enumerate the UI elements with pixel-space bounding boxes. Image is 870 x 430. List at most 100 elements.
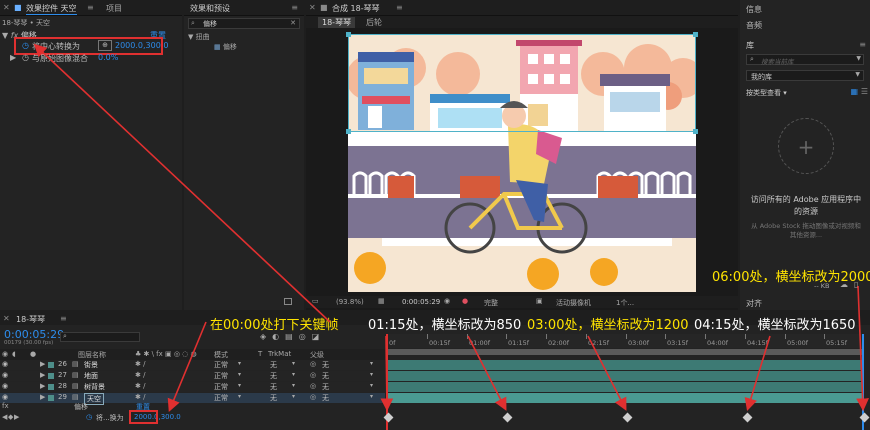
label-color-swatch[interactable] — [48, 395, 54, 401]
draft-3d-icon[interactable]: ◈ — [260, 332, 272, 341]
layer-mode-select[interactable]: 正常 — [214, 382, 228, 392]
layer-track[interactable] — [387, 382, 864, 392]
color-wheel-icon[interactable]: ● — [462, 297, 468, 305]
visibility-icon[interactable]: ◉ — [2, 382, 8, 390]
column-parent[interactable]: 父级 — [310, 350, 324, 360]
library-header[interactable]: 库 — [746, 40, 754, 51]
stopwatch-icon[interactable]: ◷ — [22, 53, 29, 62]
timeline-tab[interactable]: 18-琴琴 — [16, 314, 45, 325]
layer-track[interactable] — [387, 393, 864, 403]
visibility-icon[interactable]: ◉ — [2, 393, 8, 401]
effects-title[interactable]: 效果和预设 — [190, 3, 230, 14]
layer-switch-icon[interactable]: ✱ / — [135, 360, 145, 368]
pickwhip-icon[interactable]: ◎ — [310, 371, 316, 379]
expand-icon[interactable]: ▶ — [40, 371, 45, 379]
camera-dropdown[interactable]: 活动摄像机 — [556, 298, 591, 308]
grid-view-icon[interactable]: ▦ — [850, 87, 858, 96]
layer-switch-icon[interactable]: ✱ / — [135, 393, 145, 401]
graph-editor-icon[interactable]: ◪ — [312, 332, 326, 341]
pickwhip-icon[interactable]: ◎ — [310, 382, 316, 390]
tab-effect-controls[interactable]: 效果控件 天空 — [26, 3, 77, 15]
clear-search-icon[interactable]: ✕ — [290, 19, 296, 27]
expand-icon[interactable]: ▶ — [40, 360, 45, 368]
expand-icon[interactable]: ▶ — [40, 382, 45, 390]
timeline-search-input[interactable]: ⌕ — [60, 332, 140, 342]
info-header[interactable]: 信息 — [746, 4, 762, 15]
tab-project[interactable]: 项目 — [106, 3, 122, 14]
close-icon[interactable]: ✕ — [3, 314, 10, 323]
layer-name[interactable]: 街景 — [84, 360, 98, 370]
timecode-display[interactable]: 0:00:05:29 — [402, 298, 440, 306]
align-header[interactable]: 对齐 — [746, 298, 762, 309]
resolution-dropdown[interactable]: 完整 — [484, 298, 498, 308]
visibility-icon[interactable]: ◉ — [2, 371, 8, 379]
chevron-down-icon[interactable]: ▼ — [2, 31, 8, 40]
label-color-swatch[interactable] — [48, 362, 54, 368]
layer-trkmat-select[interactable]: 无 — [270, 382, 277, 392]
bbox-handle[interactable] — [346, 32, 351, 37]
shy-icon[interactable]: ◐ — [272, 332, 285, 341]
label-color-swatch[interactable] — [48, 384, 54, 390]
bbox-handle[interactable] — [346, 129, 351, 134]
property-value[interactable]: 0.0% — [98, 53, 118, 62]
effects-item-offset[interactable]: ▦ 偏移 — [214, 42, 237, 52]
lock-icon[interactable]: ■ — [14, 3, 22, 12]
tab-menu-icon[interactable]: ≡ — [87, 3, 94, 12]
layer-name[interactable]: 地面 — [84, 371, 98, 381]
keyframe-property-row[interactable]: ◀ ◆ ▶ ◷ 将...换为 2000.0,300.0 — [0, 413, 385, 423]
lock-icon[interactable]: ■ — [320, 3, 328, 12]
column-t[interactable]: T — [258, 350, 262, 358]
expand-icon[interactable]: ▶ — [40, 393, 45, 401]
time-ruler[interactable]: 0f 00:15f 01:00f 01:15f 02:00f 02:15f 03:00f 03… — [387, 334, 864, 348]
layer-parent-select[interactable]: 无 — [322, 371, 329, 381]
audio-header[interactable]: 音频 — [746, 20, 762, 31]
composition-title[interactable]: 合成 18-琴琴 — [332, 3, 380, 14]
column-trkmat[interactable]: TrkMat — [268, 350, 291, 358]
prev-keyframe-icon[interactable]: ◀ — [2, 413, 7, 421]
library-select[interactable]: 我的库 ▼ — [746, 70, 864, 81]
stopwatch-icon[interactable]: ◷ — [86, 413, 92, 421]
layer-row[interactable]: ◉ ▶ 26 ▤ 街景 ✱ / 正常 ▾ 无 ▾ ◎ 无 ▾ — [0, 360, 385, 370]
keyframe-toggle-icon[interactable]: ◆ — [8, 413, 13, 421]
keyframe-01-15[interactable] — [502, 412, 513, 423]
frame-blend-icon[interactable]: ▤ — [285, 332, 299, 341]
comp-tab-main[interactable]: 18-琴琴 — [318, 17, 356, 28]
new-folder-icon[interactable] — [284, 298, 292, 305]
layer-mode-select[interactable]: 正常 — [214, 371, 228, 381]
effects-search-input[interactable]: ⌕ 偏移 ✕ — [188, 18, 300, 29]
chevron-down-icon[interactable]: ▼ — [856, 55, 861, 62]
bbox-handle[interactable] — [693, 129, 698, 134]
next-keyframe-icon[interactable]: ▶ — [14, 413, 19, 421]
layer-row[interactable]: ◉ ▶ 27 ▤ 地面 ✱ / 正常 ▾ 无 ▾ ◎ 无 ▾ — [0, 371, 385, 381]
panel-menu-icon[interactable]: ≡ — [396, 3, 403, 12]
layer-trkmat-select[interactable]: 无 — [270, 360, 277, 370]
effects-category[interactable]: ▼ 扭曲 — [188, 32, 210, 42]
effect-subrow[interactable]: fx 偏移 重置 — [0, 402, 385, 412]
close-icon[interactable]: ✕ — [309, 3, 316, 12]
list-view-icon[interactable]: ☰ — [861, 87, 868, 96]
panel-menu-icon[interactable]: ≡ — [291, 3, 298, 12]
layer-trkmat-select[interactable]: 无 — [270, 371, 277, 381]
comp-tab-back-wheel[interactable]: 后轮 — [366, 17, 382, 28]
view-by-type-dropdown[interactable]: 按类型查看 ▾ — [746, 88, 787, 98]
bbox-handle[interactable] — [693, 32, 698, 37]
pickwhip-icon[interactable]: ◎ — [310, 393, 316, 401]
layer-name[interactable]: 树背景 — [84, 382, 105, 392]
grid-icon[interactable]: ▦ — [378, 297, 385, 305]
layer-parent-select[interactable]: 无 — [322, 382, 329, 392]
region-icon[interactable]: ▣ — [536, 297, 543, 305]
visibility-icon[interactable]: ◉ — [2, 360, 8, 368]
layer-row[interactable]: ◉ ▶ 28 ▤ 树背景 ✱ / 正常 ▾ 无 ▾ ◎ 无 ▾ — [0, 382, 385, 392]
close-icon[interactable]: ✕ — [3, 3, 10, 12]
keyframe-03-00[interactable] — [622, 412, 633, 423]
layer-switch-icon[interactable]: ✱ / — [135, 382, 145, 390]
label-color-swatch[interactable] — [48, 373, 54, 379]
expand-icon[interactable]: ▶ — [10, 53, 16, 62]
monitor-icon[interactable]: ▭ — [312, 297, 319, 305]
panel-menu-icon[interactable]: ≡ — [859, 40, 866, 49]
keyframe-04-15[interactable] — [742, 412, 753, 423]
layer-track[interactable] — [387, 360, 864, 370]
layer-parent-select[interactable]: 无 — [322, 360, 329, 370]
property-row-blend[interactable]: ▶ ◷ 与原始图像混合 0.0% — [10, 53, 180, 64]
add-asset-icon[interactable]: + — [778, 118, 834, 174]
